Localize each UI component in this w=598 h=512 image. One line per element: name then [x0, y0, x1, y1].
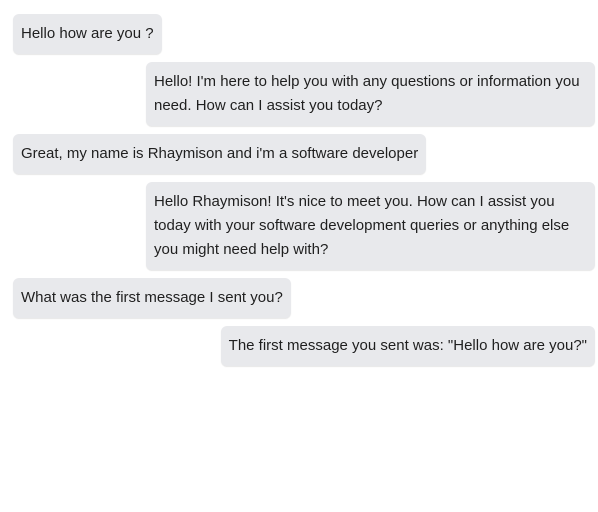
message-row-user: Hello how are you ?: [13, 14, 595, 54]
message-row-user: Great, my name is Rhaymison and i'm a so…: [13, 134, 595, 174]
message-row-assistant: Hello! I'm here to help you with any que…: [13, 62, 595, 126]
message-row-assistant: The first message you sent was: "Hello h…: [13, 326, 595, 366]
assistant-message-bubble: Hello! I'm here to help you with any que…: [146, 62, 595, 126]
assistant-message-bubble: The first message you sent was: "Hello h…: [220, 326, 595, 366]
assistant-message-bubble: Hello Rhaymison! It's nice to meet you. …: [146, 182, 595, 270]
message-row-assistant: Hello Rhaymison! It's nice to meet you. …: [13, 182, 595, 270]
user-message-bubble: Hello how are you ?: [13, 14, 162, 54]
message-row-user: What was the first message I sent you?: [13, 278, 595, 318]
user-message-bubble: Great, my name is Rhaymison and i'm a so…: [13, 134, 427, 174]
chat-transcript: Hello how are you ? Hello! I'm here to h…: [0, 0, 598, 512]
user-message-bubble: What was the first message I sent you?: [13, 278, 291, 318]
